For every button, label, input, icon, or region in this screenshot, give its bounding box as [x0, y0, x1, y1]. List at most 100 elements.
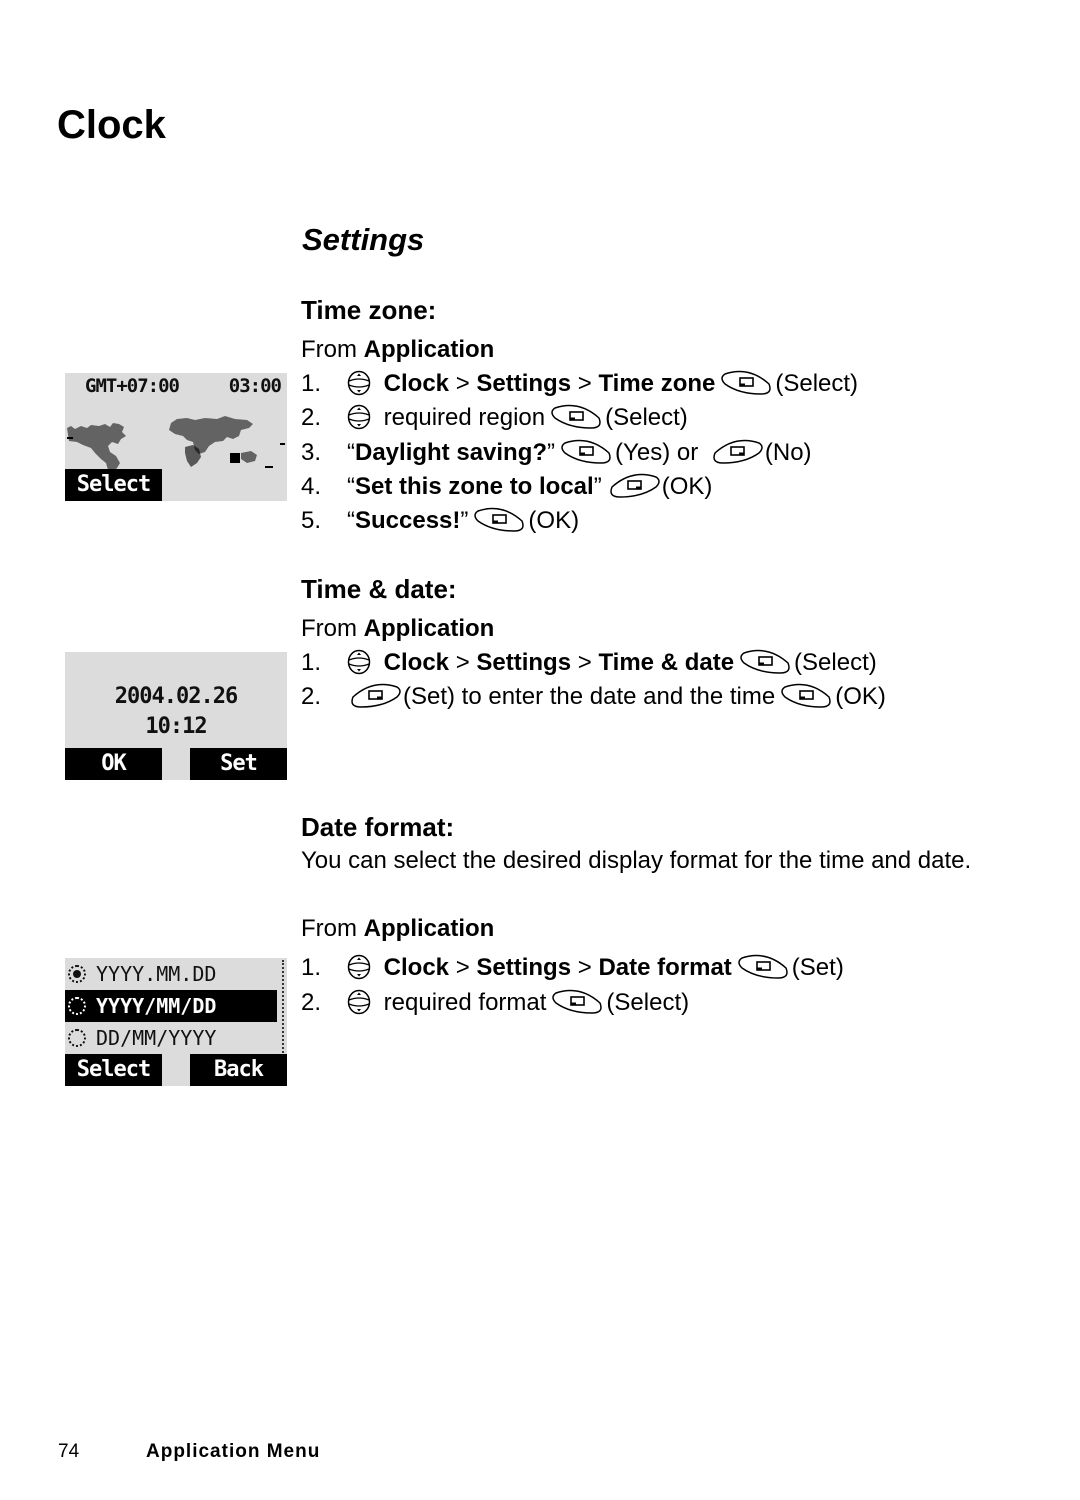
time-date-heading: Time & date: — [301, 574, 457, 604]
left-softkey-icon — [472, 505, 528, 535]
date-format-heading: Date format: — [301, 812, 455, 842]
page-number: 74 — [58, 1441, 80, 1462]
path-date-format: Date format — [598, 954, 732, 981]
step-action: (Select) — [794, 649, 877, 676]
format-option[interactable]: YYYY.MM.DD — [65, 958, 277, 990]
prompt-text: Daylight saving? — [355, 439, 548, 466]
path-settings: Settings — [476, 954, 572, 981]
from-location: Application — [363, 336, 495, 363]
quote-close: ” — [547, 439, 556, 466]
select-softkey[interactable]: Select — [65, 469, 162, 501]
path-separator: > — [455, 954, 470, 981]
radio-unchecked-icon — [68, 996, 86, 1015]
time-zone-step-4: 4. “Set this zone to local” (OK) — [301, 471, 712, 503]
format-option[interactable]: DD/MM/YYYY — [65, 1022, 277, 1054]
step-action: (OK) — [528, 507, 580, 534]
path-settings: Settings — [476, 649, 572, 676]
time-date-step-1: 1. Clock > Settings > Time & date (Select… — [301, 647, 877, 679]
from-prefix: From — [301, 336, 364, 363]
radio-unchecked-icon — [68, 1028, 86, 1047]
radio-checked-icon — [68, 964, 86, 983]
path-separator: > — [577, 954, 592, 981]
step-action: (Yes) or — [615, 439, 699, 466]
scrollbar[interactable] — [282, 960, 284, 1056]
path-separator: > — [577, 370, 592, 397]
right-softkey-icon — [709, 437, 765, 467]
step-number: 2. — [301, 404, 322, 431]
step-text: required format — [383, 989, 547, 1016]
time-zone-step-5: 5. “Success!” (OK) — [301, 505, 579, 537]
path-clock: Clock — [383, 954, 450, 981]
path-time-date: Time & date — [598, 649, 735, 676]
left-softkey-icon — [559, 437, 615, 467]
time-zone-screen: GMT+07:00 03:00 Select — [65, 373, 287, 501]
step-number: 3. — [301, 439, 322, 466]
time-zone-heading: Time zone: — [301, 295, 437, 325]
time-zone-step-1: 1. Clock > Settings > Time zone (Select) — [301, 368, 858, 400]
time-zone-step-3: 3. “Daylight saving?” (Yes) or (No) — [301, 437, 812, 469]
step-number: 5. — [301, 507, 322, 534]
navigation-key-icon — [347, 649, 371, 675]
step-action: (OK) — [835, 683, 886, 710]
left-softkey-icon — [549, 402, 605, 432]
step-action: (No) — [764, 439, 812, 466]
quote-open: “ — [347, 507, 355, 534]
quote-close: ” — [593, 473, 602, 500]
step-action: (OK) — [661, 473, 713, 500]
path-settings: Settings — [476, 370, 572, 397]
navigation-key-icon — [347, 404, 371, 430]
navigation-key-icon — [347, 989, 371, 1015]
from-prefix: From — [301, 915, 364, 942]
path-time-zone: Time zone — [598, 370, 716, 397]
quote-close: ” — [460, 507, 469, 534]
footer-label: Application Menu — [146, 1441, 321, 1462]
time-zone-from: From Application — [301, 334, 494, 366]
right-softkey-icon — [606, 471, 662, 501]
step-text: required region — [383, 404, 546, 431]
path-separator: > — [577, 649, 592, 676]
path-clock: Clock — [383, 649, 450, 676]
option-label: YYYY.MM.DD — [96, 962, 217, 986]
world-map-icon — [67, 416, 285, 473]
time-date-screen: 2004.02.26 10:12 OK Set — [65, 652, 287, 780]
step-action: (Select) — [775, 370, 859, 397]
set-softkey[interactable]: Set — [190, 748, 287, 780]
left-softkey-icon — [736, 952, 792, 982]
step-number: 4. — [301, 473, 322, 500]
format-option-highlighted[interactable]: YYYY/MM/DD — [65, 990, 277, 1022]
prompt-text: Set this zone to local — [355, 473, 594, 500]
step-number: 1. — [301, 370, 322, 397]
left-softkey-icon — [779, 681, 835, 711]
from-location: Application — [363, 615, 495, 642]
select-softkey[interactable]: Select — [65, 1054, 162, 1086]
step-action: (Set) — [791, 954, 844, 981]
date-format-step-1: 1. Clock > Settings > Date format (Set) — [301, 952, 844, 984]
from-location: Application — [363, 915, 495, 942]
back-softkey[interactable]: Back — [190, 1054, 287, 1086]
quote-open: “ — [347, 439, 355, 466]
date-format-from: From Application — [301, 913, 494, 945]
option-label: YYYY/MM/DD — [96, 994, 217, 1018]
time-date-step-2: 2. (Set) to enter the date and the time (O… — [301, 681, 886, 713]
left-softkey-icon — [550, 987, 606, 1017]
path-clock: Clock — [383, 370, 450, 397]
step-text: (Set) to enter the date and the time — [403, 683, 776, 710]
time-zone-step-2: 2. required region (Select) — [301, 402, 688, 434]
left-softkey-icon — [719, 368, 775, 398]
section-title: Settings — [302, 222, 425, 257]
right-softkey-icon — [347, 681, 403, 711]
date-format-step-2: 2. required format (Select) — [301, 987, 689, 1019]
time-date-from: From Application — [301, 613, 494, 645]
from-prefix: From — [301, 615, 364, 642]
ok-softkey[interactable]: OK — [65, 748, 162, 780]
step-action: (Select) — [605, 404, 688, 431]
screen-date: 2004.02.26 — [114, 684, 238, 709]
quote-open: “ — [347, 473, 355, 500]
page-title: Clock — [57, 103, 166, 147]
zone-time: 03:00 — [228, 375, 282, 397]
step-number: 1. — [301, 649, 322, 676]
option-label: DD/MM/YYYY — [96, 1026, 217, 1050]
date-format-description: You can select the desired display forma… — [301, 847, 972, 874]
screen-time: 10:12 — [145, 714, 207, 739]
prompt-text: Success! — [355, 507, 461, 534]
